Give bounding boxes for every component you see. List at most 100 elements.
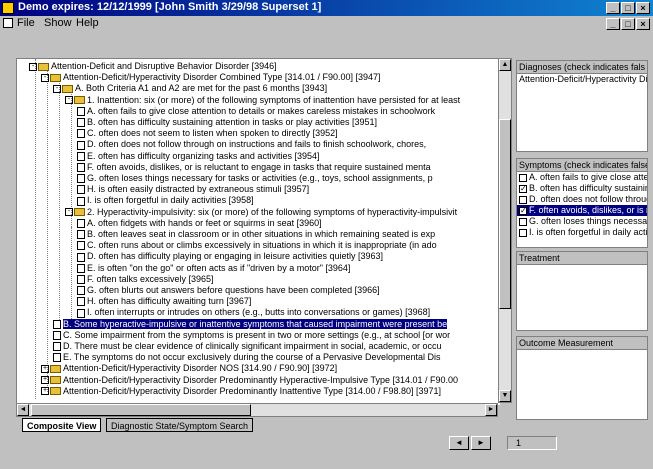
tree-row[interactable]: G. often blurts out answers before quest… bbox=[77, 285, 380, 296]
tree-row[interactable]: I. is often forgetful in daily activitie… bbox=[77, 195, 254, 206]
expand-icon[interactable]: + bbox=[41, 387, 49, 396]
tree-row[interactable]: C. often runs about or climbs excessivel… bbox=[77, 240, 437, 251]
symptom-label: A. often fails to give close atte bbox=[529, 172, 648, 182]
tree-row[interactable]: H. is often easily distracted by extrane… bbox=[77, 184, 309, 195]
symptom-item[interactable]: ✓ F. often avoids, dislikes, or is re bbox=[517, 205, 647, 216]
tree-row-label: E. often has difficulty organizing tasks… bbox=[87, 150, 320, 161]
symptom-item[interactable]: A. often fails to give close atte bbox=[517, 172, 647, 183]
tree-row[interactable]: B. often has difficulty sustaining atten… bbox=[77, 117, 377, 128]
scroll-left-button[interactable]: ◄ bbox=[17, 404, 29, 416]
folder-icon bbox=[74, 208, 85, 217]
collapse-icon[interactable]: - bbox=[65, 96, 73, 105]
tree-row[interactable]: C. Some impairment from the symptoms is … bbox=[53, 330, 450, 341]
collapse-icon[interactable]: - bbox=[29, 62, 37, 71]
tree-row[interactable]: F. often talks excessively [3965] bbox=[77, 274, 214, 285]
tree-row[interactable]: E. is often "on the go" or often acts as… bbox=[77, 263, 350, 274]
tree-row[interactable]: C. often does not seem to listen when sp… bbox=[77, 128, 338, 139]
tree-line bbox=[47, 67, 48, 392]
tree-row[interactable]: D. There must be clear evidence of clini… bbox=[53, 341, 442, 352]
menu-help[interactable]: Help bbox=[76, 17, 99, 29]
tree-line bbox=[59, 78, 60, 328]
document-icon[interactable] bbox=[3, 18, 13, 28]
diagnosis-item[interactable]: Attention-Deficit/Hyperactivity Disorder bbox=[517, 74, 647, 85]
tree-row-label: 1. Inattention: six (or more) of the fol… bbox=[87, 94, 461, 105]
tree-row[interactable]: - Attention-Deficit/Hyperactivity Disorde… bbox=[41, 72, 381, 83]
menu-show[interactable]: Show bbox=[44, 17, 72, 29]
close-button[interactable]: × bbox=[636, 2, 650, 14]
symptoms-list: A. often fails to give close atte ✓ B. oft… bbox=[517, 172, 647, 238]
symptom-checkbox[interactable]: ✓ bbox=[519, 184, 527, 193]
document-icon bbox=[77, 174, 85, 184]
tree-vertical-scrollbar[interactable]: ▲ ▼ bbox=[498, 58, 512, 403]
tab-composite-view[interactable]: Composite View bbox=[22, 418, 102, 432]
tab-diagnostic-search[interactable]: Diagnostic State/Symptom Search bbox=[106, 418, 254, 432]
tree-row[interactable]: - Attention-Deficit and Disruptive Behavi… bbox=[29, 61, 277, 72]
tree-row[interactable]: B. often leaves seat in classroom or in … bbox=[77, 229, 435, 240]
scroll-up-button[interactable]: ▲ bbox=[499, 59, 511, 71]
hscroll-thumb[interactable] bbox=[31, 404, 251, 416]
collapse-icon[interactable]: - bbox=[41, 73, 49, 82]
collapse-icon[interactable]: - bbox=[65, 208, 73, 217]
symptom-checkbox[interactable] bbox=[519, 173, 527, 182]
scroll-right-button[interactable]: ► bbox=[485, 404, 497, 416]
document-icon bbox=[53, 353, 61, 363]
tree-row[interactable]: A. often fails to give close attention t… bbox=[77, 106, 435, 117]
tree-row[interactable]: G. often loses things necessary for task… bbox=[77, 173, 433, 184]
diagnoses-panel: Diagnoses (check indicates fals Attentio… bbox=[516, 60, 648, 152]
tree-row[interactable]: E. often has difficulty organizing tasks… bbox=[77, 151, 319, 162]
tree-row[interactable]: - 1. Inattention: six (or more) of the fo… bbox=[65, 95, 460, 106]
next-page-button[interactable]: ► bbox=[471, 436, 491, 450]
maximize-button[interactable]: □ bbox=[621, 2, 635, 14]
tree-row[interactable]: - A. Both Criteria A1 and A2 are met for … bbox=[53, 83, 327, 94]
symptom-checkbox[interactable] bbox=[519, 228, 527, 237]
scroll-down-button[interactable]: ▼ bbox=[499, 390, 511, 402]
tree-row[interactable]: + Attention-Deficit/Hyperactivity Disorde… bbox=[41, 386, 441, 397]
minimize-button[interactable]: _ bbox=[606, 2, 620, 14]
expand-icon[interactable]: + bbox=[41, 365, 49, 374]
collapse-icon[interactable]: - bbox=[53, 85, 61, 94]
expand-icon[interactable]: + bbox=[41, 376, 49, 385]
menu-file[interactable]: File bbox=[17, 17, 35, 29]
symptom-item[interactable]: ✓ B. often has difficulty sustaining bbox=[517, 183, 647, 194]
child-close-button[interactable]: × bbox=[636, 18, 650, 30]
symptom-item[interactable]: G. often loses things necessar bbox=[517, 216, 647, 227]
symptom-label: F. often avoids, dislikes, or is re bbox=[529, 205, 648, 215]
tree-row[interactable]: + Attention-Deficit/Hyperactivity Disorde… bbox=[41, 363, 337, 374]
tree-row-label: E. The symptoms do not occur exclusively… bbox=[63, 352, 441, 363]
tree-row-label: A. often fails to give close attention t… bbox=[87, 105, 436, 116]
document-icon bbox=[77, 151, 85, 161]
tree-row[interactable]: E. The symptoms do not occur exclusively… bbox=[53, 352, 441, 363]
previous-page-button[interactable]: ◄ bbox=[449, 436, 469, 450]
symptom-checkbox[interactable] bbox=[519, 217, 527, 226]
tree-row-label: H. is often easily distracted by extrane… bbox=[87, 184, 310, 195]
tree-row[interactable]: B. Some hyperactive-impulsive or inatten… bbox=[53, 318, 448, 330]
tree-row[interactable]: H. often has difficulty awaiting turn [3… bbox=[77, 296, 251, 307]
document-icon bbox=[53, 319, 61, 329]
tree-row[interactable]: - 2. Hyperactivity-impulsivity: six (or m… bbox=[65, 207, 457, 218]
child-minimize-button[interactable]: _ bbox=[606, 18, 620, 30]
outcome-header: Outcome Measurement bbox=[517, 337, 647, 350]
symptom-item[interactable]: I. is often forgetful in daily activ bbox=[517, 227, 647, 238]
symptom-item[interactable]: D. often does not follow throug bbox=[517, 194, 647, 205]
child-restore-button[interactable]: □ bbox=[621, 18, 635, 30]
symptom-checkbox[interactable] bbox=[519, 195, 527, 204]
tree-row-label: Attention-Deficit/Hyperactivity Disorder… bbox=[63, 374, 459, 385]
menu-bar: File Show Help _ □ × bbox=[0, 16, 653, 32]
tree-horizontal-scrollbar[interactable]: ◄ ► bbox=[16, 403, 498, 417]
symptom-checkbox[interactable]: ✓ bbox=[519, 206, 527, 215]
page-number: 1 bbox=[507, 436, 557, 450]
tree-row[interactable]: A. often fidgets with hands or feet or s… bbox=[77, 218, 322, 229]
tree-row[interactable]: + Attention-Deficit/Hyperactivity Disorde… bbox=[41, 375, 458, 386]
document-icon bbox=[77, 140, 85, 150]
tree-row[interactable]: D. often does not follow through on inst… bbox=[77, 139, 426, 150]
symptom-label: I. is often forgetful in daily activ bbox=[529, 227, 648, 237]
scroll-thumb[interactable] bbox=[499, 119, 511, 309]
document-icon bbox=[77, 196, 85, 206]
tree-row[interactable]: I. often interrupts or intrudes on other… bbox=[77, 307, 430, 318]
tree-line bbox=[35, 59, 36, 399]
tree-row[interactable]: F. often avoids, dislikes, or is relucta… bbox=[77, 162, 431, 173]
document-icon bbox=[77, 308, 85, 318]
diagnosis-tree[interactable]: - Attention-Deficit and Disruptive Behavi… bbox=[16, 58, 500, 405]
folder-icon bbox=[62, 85, 73, 94]
tree-row[interactable]: D. often has difficulty playing or engag… bbox=[77, 251, 383, 262]
